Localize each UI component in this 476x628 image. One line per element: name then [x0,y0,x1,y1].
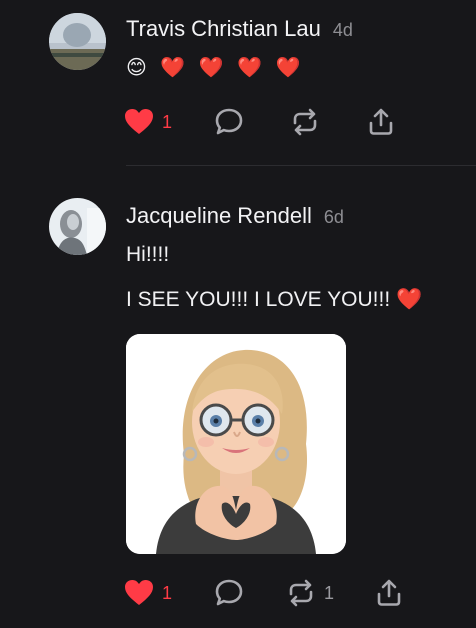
post-time: 6d [323,207,344,227]
share-button[interactable] [366,106,396,138]
post-text: 😊 ❤️ ❤️ ❤️ ❤️ [126,57,305,79]
repost-icon [289,579,313,607]
post-time: 4d [332,20,353,40]
repost-button[interactable] [290,106,320,138]
heart-icon [125,109,153,134]
heart-icon [125,580,153,605]
like-button[interactable]: 1 [124,577,172,609]
reply-button[interactable] [214,106,244,138]
post-text-line-2: I SEE YOU!!! I LOVE YOU!!! ❤️ [126,288,423,311]
author-name-text[interactable]: Travis Christian Lau [126,16,321,41]
post-text-line-1: Hi!!!! [126,243,170,266]
repost-button[interactable]: 1 [286,577,334,609]
author-name-text[interactable]: Jacqueline Rendell [126,203,312,228]
avatar[interactable] [49,198,106,255]
reply-button[interactable] [214,577,244,609]
repost-count: 1 [324,582,335,603]
post-actions: 1 1 [124,577,424,609]
like-button[interactable]: 1 [124,106,172,138]
author-name[interactable]: Jacqueline Rendell 6d [126,203,344,229]
avatar[interactable] [49,13,106,70]
post-2: Jacqueline Rendell 6d Hi!!!! I SEE YOU!!!… [0,166,476,628]
post-actions: 1 [124,106,424,138]
post-1: Travis Christian Lau 4d 😊 ❤️ ❤️ ❤️ ❤️ 1 [0,0,476,166]
repost-icon [293,108,317,136]
share-button[interactable] [374,577,404,609]
like-count: 1 [162,582,173,603]
like-count: 1 [162,111,173,132]
author-name[interactable]: Travis Christian Lau 4d [126,16,353,42]
memoji-illustration [126,334,346,554]
memoji-heart-hands-image[interactable] [126,334,346,554]
comment-icon [215,579,243,606]
comment-icon [215,108,243,135]
share-icon [377,579,401,606]
share-icon [369,108,393,135]
